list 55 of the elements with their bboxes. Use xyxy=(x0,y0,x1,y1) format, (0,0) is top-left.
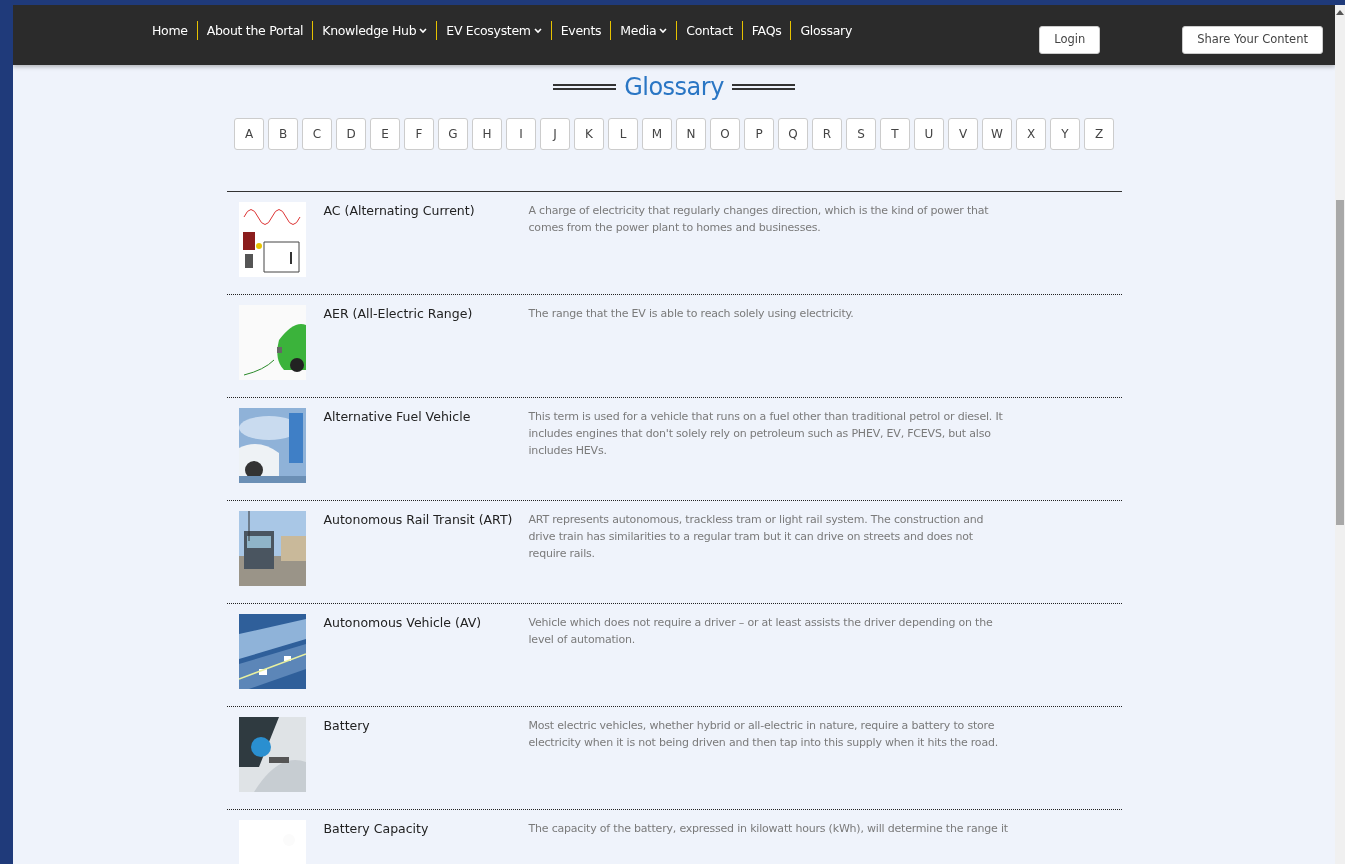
nav-link[interactable]: Glossary xyxy=(800,22,853,40)
double-rule xyxy=(731,84,795,91)
letter-button[interactable]: O xyxy=(710,117,740,150)
nav-link[interactable]: Events xyxy=(560,22,602,40)
letter-button[interactable]: Z xyxy=(1084,117,1114,150)
letter-button[interactable]: D xyxy=(336,117,366,150)
letter-button[interactable]: B xyxy=(268,117,298,150)
term-definition: The capacity of the battery, expressed in kilowatt hours (kWh), will determine the range it xyxy=(528,820,1009,837)
glossary-term: AER (All-Electric Range) xyxy=(322,304,474,323)
letter-button[interactable]: A xyxy=(234,117,264,150)
scroll-up-icon xyxy=(1336,9,1344,15)
letter-button[interactable]: H xyxy=(472,117,502,150)
share-content-button[interactable]: Share Your Content xyxy=(1182,26,1323,54)
letter-button[interactable]: F xyxy=(404,117,434,150)
glossary-term: Autonomous Vehicle (AV) xyxy=(322,613,483,632)
glossary-term: Battery xyxy=(322,716,371,735)
letter-button[interactable]: M xyxy=(642,117,672,150)
letter-button[interactable]: Y xyxy=(1050,117,1080,150)
letter-button[interactable]: W xyxy=(982,117,1012,150)
letter-button[interactable]: R xyxy=(812,117,842,150)
letter-button[interactable]: T xyxy=(880,117,910,150)
letter-button[interactable]: Q xyxy=(778,117,808,150)
nav-link[interactable]: FAQs xyxy=(751,22,782,40)
nav-link[interactable]: Media xyxy=(620,22,668,40)
glossary-term: AC (Alternating Current) xyxy=(322,201,476,220)
double-rule xyxy=(553,84,617,91)
nav-link[interactable]: Knowledge Hub xyxy=(322,22,428,40)
term-definition: Most electric vehicles, whether hybrid or all-electric in nature, require a battery to store electricity when it is not being driven and then tap into this supply when it hits the road. xyxy=(528,717,999,751)
term-definition: A charge of electricity that regularly changes direction, which is the kind of power that comes from the power plant to homes and businesses. xyxy=(528,202,990,236)
letter-button[interactable]: J xyxy=(540,117,570,150)
nav-link[interactable]: EV Ecosystem xyxy=(446,22,542,40)
glossary-term: Battery Capacity xyxy=(322,819,430,838)
letter-button[interactable]: V xyxy=(948,117,978,150)
glossary-term: Alternative Fuel Vehicle xyxy=(322,407,472,426)
term-definition: ART represents autonomous, trackless tram or light rail system. The construction and drive train has similarities to a regular tram but it can drive on streets and does not require rails. xyxy=(528,511,985,562)
letter-button[interactable]: N xyxy=(676,117,706,150)
term-definition: This term is used for a vehicle that runs on a fuel other than traditional petrol or diesel. It includes engines that don't solely rely on petroleum such as PHEV, EV, FCEVS, but also includes HEVs. xyxy=(528,408,1004,459)
letter-button[interactable]: U xyxy=(914,117,944,150)
page-title: Glossary xyxy=(623,73,725,102)
letter-button[interactable]: L xyxy=(608,117,638,150)
login-button[interactable]: Login xyxy=(1039,26,1101,54)
letter-button[interactable]: S xyxy=(846,117,876,150)
nav-link[interactable]: Home xyxy=(152,22,188,40)
letter-button[interactable]: P xyxy=(744,117,774,150)
letter-button[interactable]: G xyxy=(438,117,468,150)
letter-button[interactable]: C xyxy=(302,117,332,150)
letter-button[interactable]: E xyxy=(370,117,400,150)
letter-button[interactable]: X xyxy=(1016,117,1046,150)
nav-link[interactable]: Contact xyxy=(686,22,733,40)
term-definition: Vehicle which does not require a driver – or at least assists the driver depending on the level of automation. xyxy=(528,614,994,648)
letter-button[interactable]: K xyxy=(574,117,604,150)
nav-link[interactable]: About the Portal xyxy=(206,22,304,40)
letter-button[interactable]: I xyxy=(506,117,536,150)
term-definition: The range that the EV is able to reach solely using electricity. xyxy=(528,305,855,322)
glossary-term: Autonomous Rail Transit (ART) xyxy=(322,510,514,529)
